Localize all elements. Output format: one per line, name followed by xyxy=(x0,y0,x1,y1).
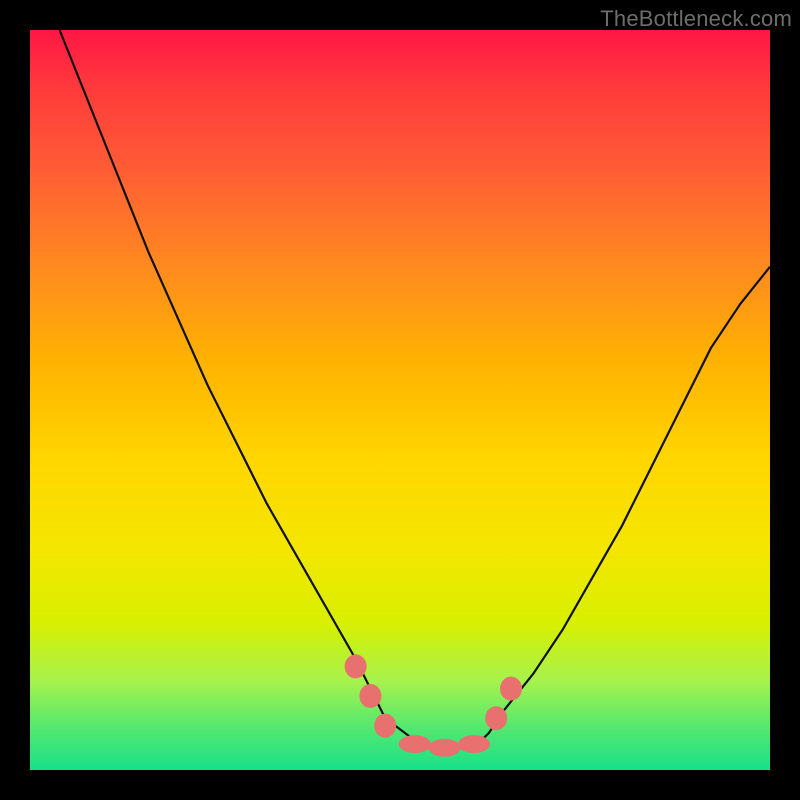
plot-area xyxy=(30,30,770,770)
marker-blob xyxy=(428,739,460,757)
marker-group xyxy=(345,654,522,756)
marker-blob xyxy=(399,735,431,753)
curve-svg xyxy=(30,30,770,770)
watermark-text: TheBottleneck.com xyxy=(600,6,792,32)
bottleneck-curve xyxy=(60,30,770,748)
marker-blob xyxy=(458,735,490,753)
marker-blob xyxy=(374,714,396,738)
marker-blob xyxy=(345,654,367,678)
chart-frame: TheBottleneck.com xyxy=(0,0,800,800)
marker-blob xyxy=(485,706,507,730)
marker-blob xyxy=(500,677,522,701)
marker-blob xyxy=(359,684,381,708)
